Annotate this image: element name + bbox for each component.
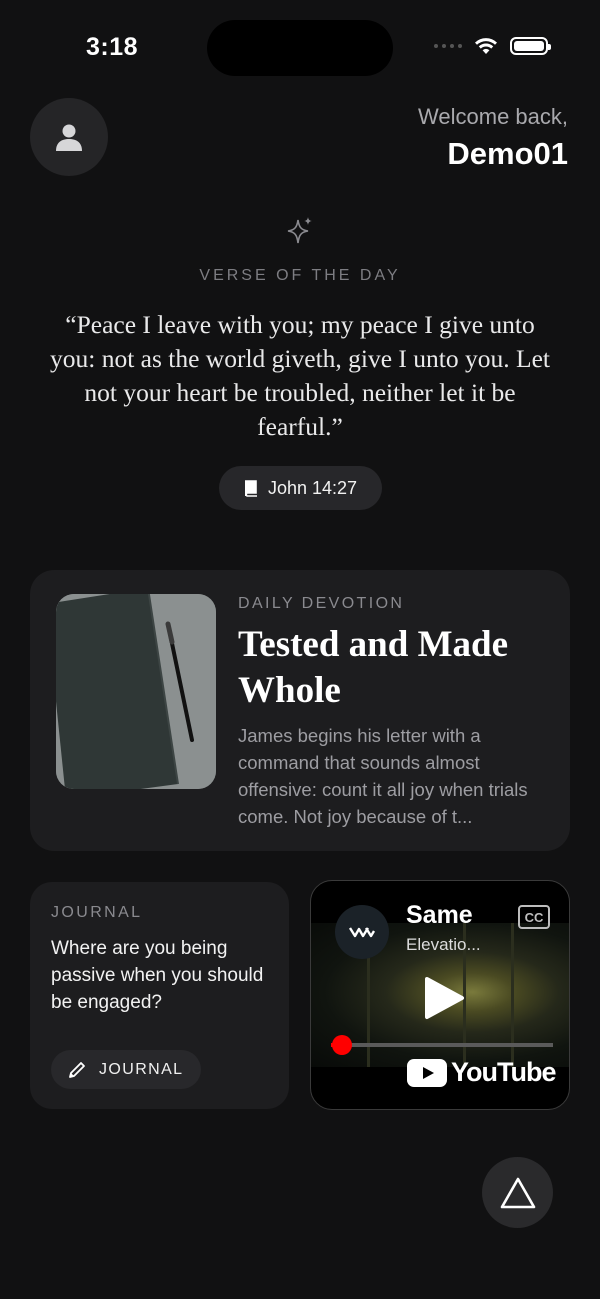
- pencil-icon: [69, 1061, 85, 1078]
- journal-prompt: Where are you being passive when you sho…: [51, 938, 264, 1013]
- devotion-label: DAILY DEVOTION: [238, 595, 405, 612]
- youtube-play-icon: [407, 1058, 447, 1087]
- triangle-icon: [500, 1177, 535, 1208]
- daily-devotion-card[interactable]: DAILY DEVOTION Tested and Made Whole Jam…: [30, 570, 570, 851]
- sparkle-icon: [287, 217, 312, 244]
- video-scrubber[interactable]: [332, 1035, 353, 1055]
- journal-card[interactable]: JOURNAL Where are you being passive when…: [30, 882, 289, 1109]
- journal-button[interactable]: JOURNAL: [51, 1050, 201, 1089]
- journal-button-label: JOURNAL: [99, 1060, 184, 1078]
- dynamic-island: [207, 20, 393, 76]
- journal-label: JOURNAL: [51, 904, 143, 921]
- book-icon: [244, 479, 257, 497]
- youtube-logo[interactable]: YouTube: [407, 1057, 556, 1088]
- closed-captions-button[interactable]: CC: [518, 905, 550, 929]
- youtube-video-card[interactable]: Same Elevatio... CC YouTube: [310, 880, 570, 1110]
- devotion-title: Tested and Made Whole: [238, 624, 509, 711]
- welcome-block: Welcome back, Demo01: [418, 104, 568, 172]
- signal-icon: [434, 44, 462, 48]
- person-icon: [56, 124, 82, 151]
- devotion-summary: James begins his letter with a command t…: [238, 725, 528, 827]
- welcome-label: Welcome back,: [418, 104, 568, 129]
- video-title: Same: [406, 901, 473, 929]
- verse-reference-button[interactable]: John 14:27: [219, 466, 382, 510]
- status-indicators: [434, 37, 551, 55]
- play-icon[interactable]: [423, 976, 465, 1020]
- video-progress-bar[interactable]: [331, 1035, 553, 1055]
- verse-of-the-day-label: VERSE OF THE DAY: [199, 267, 401, 284]
- verse-reference: John 14:27: [267, 477, 358, 498]
- profile-avatar-button[interactable]: [30, 98, 108, 176]
- battery-icon: [510, 37, 551, 55]
- channel-avatar[interactable]: [335, 905, 389, 959]
- verse-text: “Peace I leave with you; my peace I give…: [49, 310, 550, 441]
- devotion-thumbnail: [56, 594, 216, 789]
- youtube-wordmark: YouTube: [451, 1057, 556, 1087]
- floating-action-button[interactable]: [482, 1157, 553, 1228]
- user-name: Demo01: [447, 136, 568, 171]
- channel-logo-icon: [348, 927, 376, 938]
- video-channel-name: Elevatio...: [406, 935, 481, 954]
- wifi-icon: [475, 38, 497, 54]
- status-time: 3:18: [86, 33, 139, 61]
